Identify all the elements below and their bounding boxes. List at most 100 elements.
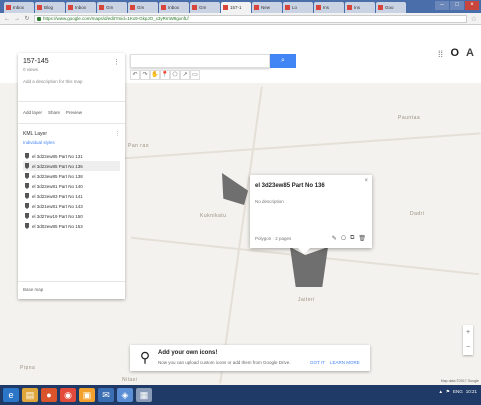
map-polygon[interactable] [222,173,248,205]
close-icon[interactable]: × [364,178,368,184]
tab-favicon-icon [68,5,73,10]
share-button[interactable]: Share [48,110,60,115]
add-marker-icon[interactable]: 📍 [160,70,170,80]
browser-tab[interactable]: New [252,2,282,13]
polygon-icon [25,173,29,179]
feature-meta: Polygon · 2 pages [255,236,292,241]
app-icon[interactable]: ▦ [136,388,152,402]
map-sidebar: 157-145 ⋮ 0 views Add a description for … [18,53,125,299]
back-icon[interactable]: ← [4,16,10,22]
tray-arrow-icon[interactable]: ▲ [438,389,442,395]
map-toolbar: ↶ ↷ ✋ 📍 ⬠ ↗ ▭ [130,70,200,80]
map-views: 0 views [23,67,39,72]
browser-tab[interactable]: Ins [314,2,344,13]
avatar[interactable]: A [466,47,474,59]
polygon-icon [25,183,29,189]
clock[interactable]: 10:21 [466,389,477,395]
layer-menu-icon[interactable]: ⋮ [115,131,120,137]
delete-icon[interactable]: 🗑 [358,235,366,242]
flag-icon[interactable]: ⚑ [446,389,450,395]
divider [18,101,125,102]
ruler-icon[interactable]: ▭ [190,70,200,80]
search-button[interactable]: ⌕ [270,54,296,68]
layer-section: KML Layer ⋮ Individual styles el 3d22ew8… [23,131,120,231]
divider [18,281,125,282]
tab-favicon-icon [378,5,383,10]
browser-tab[interactable]: Lo [283,2,313,13]
edit-style-icon[interactable]: ✎ [332,235,337,242]
apps-grid-icon[interactable]: ⁞⁞ [438,49,443,59]
polygon-icon [25,153,29,159]
undo-icon[interactable]: ↶ [130,70,140,80]
zoom-out-button[interactable]: − [463,340,473,355]
tab-favicon-icon [99,5,104,10]
redo-icon[interactable]: ↷ [140,70,150,80]
browser-tab[interactable]: Inbox [4,2,34,13]
list-item[interactable]: el 3d23ew85 Part No 138 [23,171,120,181]
notification-body: Now you can upload custom icons or add t… [158,360,291,365]
browser-tab[interactable]: Gm [128,2,158,13]
base-map-toggle[interactable]: Base map [23,287,43,292]
forward-icon[interactable]: → [14,16,20,22]
browser-tab[interactable]: Inbox [159,2,189,13]
bookmark-star-icon[interactable]: ☆ [471,15,477,23]
layer-name[interactable]: KML Layer [23,131,47,137]
draw-line-icon[interactable]: ⬠ [170,70,180,80]
browser-tab[interactable]: Blog [35,2,65,13]
polygon-icon [25,193,29,199]
close-window-icon[interactable]: × [465,1,479,10]
browser-tab[interactable]: Goo [376,2,406,13]
browser-tab[interactable]: Inbox [66,2,96,13]
pan-hand-icon[interactable]: ✋ [150,70,160,80]
feature-tools: ✎ ⎔ ⧉ 🗑 [332,235,366,242]
mail-icon[interactable]: ✉ [98,388,114,402]
reload-icon[interactable]: ↻ [24,16,30,22]
account-icon[interactable]: O [450,47,459,59]
list-item[interactable]: el 3d27ew19 Part No 150 [23,211,120,221]
folder-icon[interactable]: ▤ [22,388,38,402]
chrome-icon[interactable]: ◉ [60,388,76,402]
browser-tab-active[interactable]: 157-1 [221,2,251,13]
tab-favicon-icon [161,5,166,10]
tab-favicon-icon [223,5,228,10]
map-canvas[interactable]: ⌕ ↶ ↷ ✋ 📍 ⬠ ↗ ▭ ⁞⁞ O A Pan rao Kuknikatu… [0,25,481,385]
browser-tab[interactable]: Ins [345,2,375,13]
list-item[interactable]: el 3d22ew83 Part No 141 [23,191,120,201]
browser-tab[interactable]: Gm [97,2,127,13]
map-place-label: Pan rao [128,143,150,149]
media-icon[interactable]: ● [41,388,57,402]
more-vert-icon[interactable]: ⋮ [113,58,120,66]
add-layer-button[interactable]: Add layer [23,110,42,115]
language-indicator[interactable]: ENG [453,389,463,395]
feature-list: el 3d22ew85 Part No 131 el 3d22ew85 Part… [23,151,120,231]
minimize-icon[interactable]: – [435,1,449,10]
edit-icon[interactable]: ⎔ [341,235,346,242]
app-icon[interactable]: ◈ [117,388,133,402]
photo-icon[interactable]: ⧉ [350,235,354,242]
map-place-label: Kuknikatu [200,213,227,219]
map-place-label: Pipna [20,365,36,371]
ie-icon[interactable]: e [3,388,19,402]
list-item[interactable]: el 3d02ew85 Part No 153 [23,221,120,231]
map-title[interactable]: 157-145 [23,58,49,65]
browser-tabstrip: Inbox Blog Inbox Gm Gm Inbox Gm 157-1 Ne… [0,0,481,13]
url-field[interactable]: https://www.google.com/maps/d/edit?mid=1… [34,14,467,23]
maximize-icon[interactable]: □ [450,1,464,10]
layer-style-link[interactable]: Individual styles [23,140,120,145]
panel-actions: Add layer Share Preview [23,110,82,115]
got-it-button[interactable]: GOT IT [310,360,325,365]
directions-icon[interactable]: ↗ [180,70,190,80]
list-item[interactable]: el 3d22ew81 Part No 140 [23,181,120,191]
map-search-input[interactable] [130,54,270,68]
zoom-in-button[interactable]: + [463,325,473,340]
learn-more-button[interactable]: LEARN MORE [330,360,360,365]
list-item[interactable]: el 3d21ew81 Part No 143 [23,201,120,211]
list-item-selected[interactable]: el 3d22ew85 Part No 136 [23,161,120,171]
preview-button[interactable]: Preview [66,110,82,115]
system-tray: ▲ ⚑ ENG 10:21 [438,389,477,395]
map-description[interactable]: Add a description for this map [23,79,83,84]
browser-tab[interactable]: Gm [190,2,220,13]
map-attribution: Map data ©2017 Google [440,379,479,383]
app-icon[interactable]: ▣ [79,388,95,402]
list-item[interactable]: el 3d22ew85 Part No 131 [23,151,120,161]
